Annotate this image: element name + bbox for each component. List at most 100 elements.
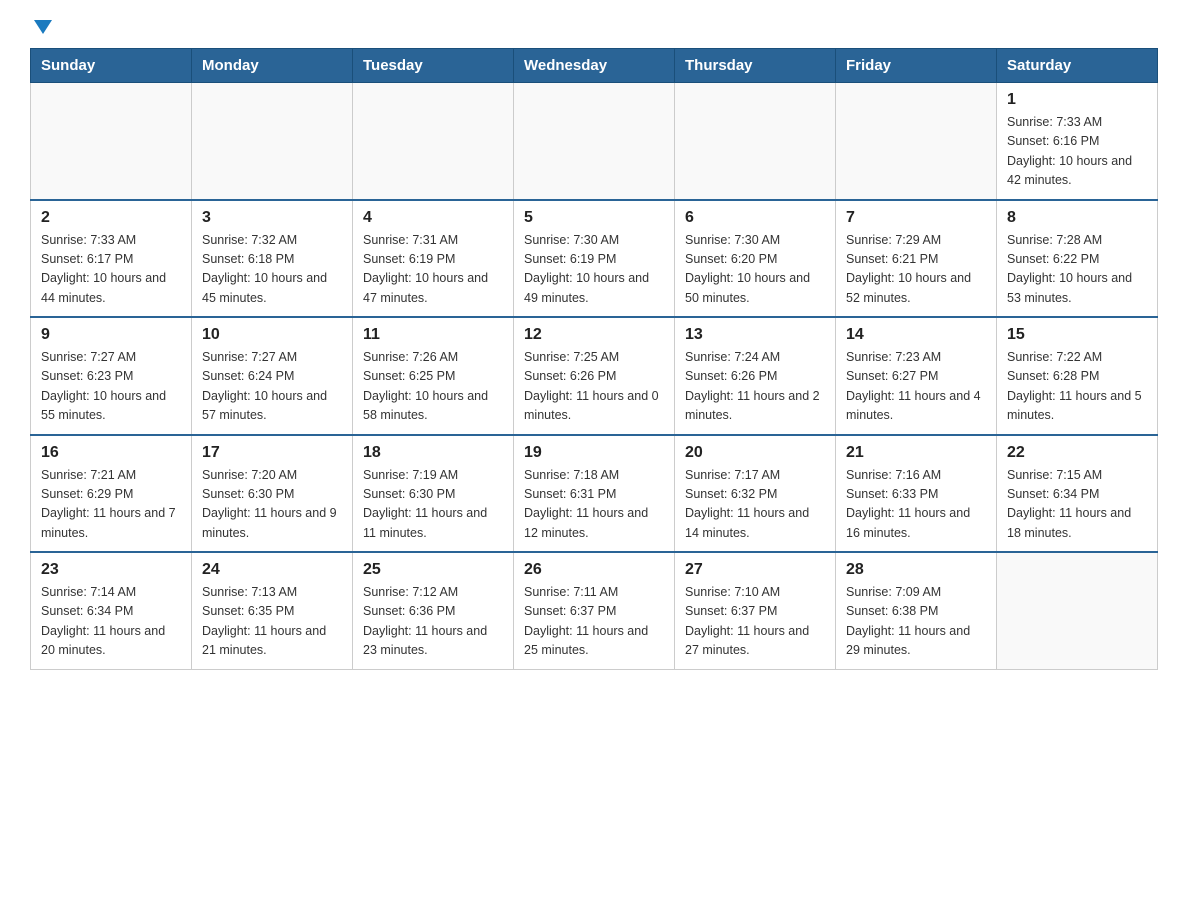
day-info: Sunrise: 7:14 AMSunset: 6:34 PMDaylight:… (41, 583, 181, 661)
logo (30, 20, 52, 32)
table-row: 19 Sunrise: 7:18 AMSunset: 6:31 PMDayligh… (514, 435, 675, 553)
day-info: Sunrise: 7:27 AMSunset: 6:24 PMDaylight:… (202, 348, 342, 426)
day-info: Sunrise: 7:10 AMSunset: 6:37 PMDaylight:… (685, 583, 825, 661)
day-info: Sunrise: 7:33 AMSunset: 6:16 PMDaylight:… (1007, 113, 1147, 191)
table-row (836, 83, 997, 200)
day-info: Sunrise: 7:33 AMSunset: 6:17 PMDaylight:… (41, 231, 181, 309)
table-row: 24 Sunrise: 7:13 AMSunset: 6:35 PMDayligh… (192, 552, 353, 669)
day-info: Sunrise: 7:21 AMSunset: 6:29 PMDaylight:… (41, 466, 181, 544)
day-info: Sunrise: 7:13 AMSunset: 6:35 PMDaylight:… (202, 583, 342, 661)
day-info: Sunrise: 7:16 AMSunset: 6:33 PMDaylight:… (846, 466, 986, 544)
day-number: 19 (524, 444, 664, 462)
day-info: Sunrise: 7:27 AMSunset: 6:23 PMDaylight:… (41, 348, 181, 426)
table-row: 21Sunrise: 7:16 AMSunset: 6:33 PMDayligh… (836, 435, 997, 553)
table-row: 1 Sunrise: 7:33 AMSunset: 6:16 PMDaylight… (997, 83, 1158, 200)
day-info: Sunrise: 7:28 AMSunset: 6:22 PMDaylight:… (1007, 231, 1147, 309)
table-row: 25 Sunrise: 7:12 AMSunset: 6:36 PMDayligh… (353, 552, 514, 669)
day-number: 10 (202, 326, 342, 344)
calendar-header-row: Sunday Monday Tuesday Wednesday Thursday… (31, 49, 1158, 83)
day-number: 23 (41, 561, 181, 579)
header-thursday: Thursday (675, 49, 836, 83)
day-number: 11 (363, 326, 503, 344)
table-row: 5 Sunrise: 7:30 AMSunset: 6:19 PMDaylight… (514, 200, 675, 318)
table-row: 28Sunrise: 7:09 AMSunset: 6:38 PMDayligh… (836, 552, 997, 669)
day-number: 8 (1007, 209, 1147, 227)
table-row (997, 552, 1158, 669)
table-row (353, 83, 514, 200)
day-number: 27 (685, 561, 825, 579)
day-info: Sunrise: 7:18 AMSunset: 6:31 PMDaylight:… (524, 466, 664, 544)
page-header (30, 20, 1158, 32)
table-row: 22 Sunrise: 7:15 AMSunset: 6:34 PMDayligh… (997, 435, 1158, 553)
day-info: Sunrise: 7:17 AMSunset: 6:32 PMDaylight:… (685, 466, 825, 544)
day-number: 18 (363, 444, 503, 462)
day-number: 3 (202, 209, 342, 227)
table-row: 18 Sunrise: 7:19 AMSunset: 6:30 PMDayligh… (353, 435, 514, 553)
table-row: 13 Sunrise: 7:24 AMSunset: 6:26 PMDayligh… (675, 317, 836, 435)
day-number: 14 (846, 326, 986, 344)
calendar-week-row: 2 Sunrise: 7:33 AMSunset: 6:17 PMDaylight… (31, 200, 1158, 318)
calendar-week-row: 9 Sunrise: 7:27 AMSunset: 6:23 PMDaylight… (31, 317, 1158, 435)
table-row: 11 Sunrise: 7:26 AMSunset: 6:25 PMDayligh… (353, 317, 514, 435)
table-row: 10 Sunrise: 7:27 AMSunset: 6:24 PMDayligh… (192, 317, 353, 435)
table-row: 8 Sunrise: 7:28 AMSunset: 6:22 PMDaylight… (997, 200, 1158, 318)
table-row (675, 83, 836, 200)
day-info: Sunrise: 7:15 AMSunset: 6:34 PMDaylight:… (1007, 466, 1147, 544)
day-number: 22 (1007, 444, 1147, 462)
header-saturday: Saturday (997, 49, 1158, 83)
table-row: 12 Sunrise: 7:25 AMSunset: 6:26 PMDayligh… (514, 317, 675, 435)
day-number: 9 (41, 326, 181, 344)
table-row (514, 83, 675, 200)
calendar-week-row: 1 Sunrise: 7:33 AMSunset: 6:16 PMDaylight… (31, 83, 1158, 200)
day-info: Sunrise: 7:25 AMSunset: 6:26 PMDaylight:… (524, 348, 664, 426)
table-row: 6 Sunrise: 7:30 AMSunset: 6:20 PMDaylight… (675, 200, 836, 318)
day-number: 7 (846, 209, 986, 227)
day-info: Sunrise: 7:26 AMSunset: 6:25 PMDaylight:… (363, 348, 503, 426)
day-info: Sunrise: 7:22 AMSunset: 6:28 PMDaylight:… (1007, 348, 1147, 426)
table-row: 17Sunrise: 7:20 AMSunset: 6:30 PMDayligh… (192, 435, 353, 553)
table-row: 9 Sunrise: 7:27 AMSunset: 6:23 PMDaylight… (31, 317, 192, 435)
day-number: 24 (202, 561, 342, 579)
day-number: 20 (685, 444, 825, 462)
table-row: 4 Sunrise: 7:31 AMSunset: 6:19 PMDaylight… (353, 200, 514, 318)
day-info: Sunrise: 7:29 AMSunset: 6:21 PMDaylight:… (846, 231, 986, 309)
day-number: 13 (685, 326, 825, 344)
table-row: 23 Sunrise: 7:14 AMSunset: 6:34 PMDayligh… (31, 552, 192, 669)
header-sunday: Sunday (31, 49, 192, 83)
day-info: Sunrise: 7:11 AMSunset: 6:37 PMDaylight:… (524, 583, 664, 661)
calendar-week-row: 23 Sunrise: 7:14 AMSunset: 6:34 PMDayligh… (31, 552, 1158, 669)
table-row (31, 83, 192, 200)
day-number: 2 (41, 209, 181, 227)
day-info: Sunrise: 7:12 AMSunset: 6:36 PMDaylight:… (363, 583, 503, 661)
header-friday: Friday (836, 49, 997, 83)
header-wednesday: Wednesday (514, 49, 675, 83)
table-row: 15 Sunrise: 7:22 AMSunset: 6:28 PMDayligh… (997, 317, 1158, 435)
header-tuesday: Tuesday (353, 49, 514, 83)
day-number: 12 (524, 326, 664, 344)
day-info: Sunrise: 7:30 AMSunset: 6:19 PMDaylight:… (524, 231, 664, 309)
day-number: 15 (1007, 326, 1147, 344)
day-number: 6 (685, 209, 825, 227)
table-row (192, 83, 353, 200)
calendar-table: Sunday Monday Tuesday Wednesday Thursday… (30, 48, 1158, 670)
day-number: 5 (524, 209, 664, 227)
day-number: 25 (363, 561, 503, 579)
day-number: 1 (1007, 91, 1147, 109)
day-number: 16 (41, 444, 181, 462)
day-info: Sunrise: 7:23 AMSunset: 6:27 PMDaylight:… (846, 348, 986, 426)
day-number: 4 (363, 209, 503, 227)
day-info: Sunrise: 7:32 AMSunset: 6:18 PMDaylight:… (202, 231, 342, 309)
table-row: 3 Sunrise: 7:32 AMSunset: 6:18 PMDaylight… (192, 200, 353, 318)
table-row: 26Sunrise: 7:11 AMSunset: 6:37 PMDayligh… (514, 552, 675, 669)
day-number: 28 (846, 561, 986, 579)
table-row: 2 Sunrise: 7:33 AMSunset: 6:17 PMDaylight… (31, 200, 192, 318)
day-info: Sunrise: 7:31 AMSunset: 6:19 PMDaylight:… (363, 231, 503, 309)
table-row: 7 Sunrise: 7:29 AMSunset: 6:21 PMDaylight… (836, 200, 997, 318)
day-info: Sunrise: 7:19 AMSunset: 6:30 PMDaylight:… (363, 466, 503, 544)
day-number: 17 (202, 444, 342, 462)
table-row: 16 Sunrise: 7:21 AMSunset: 6:29 PMDayligh… (31, 435, 192, 553)
day-info: Sunrise: 7:24 AMSunset: 6:26 PMDaylight:… (685, 348, 825, 426)
day-info: Sunrise: 7:30 AMSunset: 6:20 PMDaylight:… (685, 231, 825, 309)
table-row: 27 Sunrise: 7:10 AMSunset: 6:37 PMDayligh… (675, 552, 836, 669)
calendar-week-row: 16 Sunrise: 7:21 AMSunset: 6:29 PMDayligh… (31, 435, 1158, 553)
